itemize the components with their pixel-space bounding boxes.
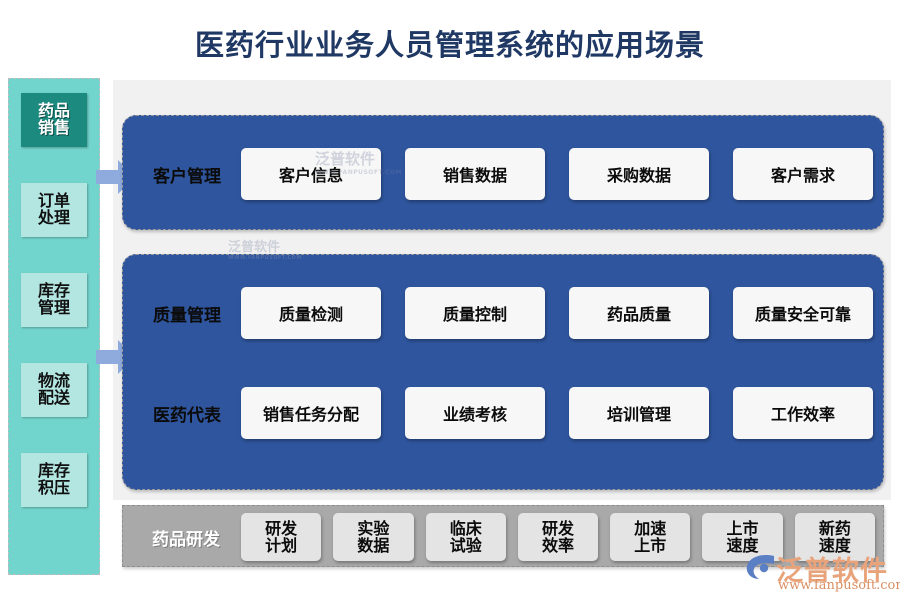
row-label-customer-management: 客户管理 — [153, 166, 221, 187]
card-clinical-trial[interactable]: 临床 试验 — [425, 513, 506, 561]
card-line1: 研发 — [265, 518, 298, 538]
card-sales-task-assignment[interactable]: 销售任务分配 — [241, 387, 381, 439]
row-label-quality-management: 质量管理 — [153, 305, 221, 326]
card-accelerate-launch[interactable]: 加速 上市 — [610, 513, 691, 561]
card-line2: 试验 — [449, 536, 482, 555]
card-line2: 上市 — [634, 536, 667, 555]
sidebar-item-order-processing[interactable]: 订单 处理 — [21, 183, 87, 237]
card-line1: 研发 — [541, 518, 574, 538]
row-label-medical-representative: 医药代表 — [153, 405, 221, 426]
card-line1: 加速 — [634, 518, 667, 538]
card-purchase-data[interactable]: 采购数据 — [569, 148, 709, 200]
brand-url: www.fanpusoft.com — [778, 578, 900, 593]
card-quality-inspection[interactable]: 质量检测 — [241, 287, 381, 339]
sidebar-item-drug-sales[interactable]: 药品 销售 — [21, 93, 87, 147]
sidebar-item-label-line2: 管理 — [37, 298, 70, 317]
card-training-management[interactable]: 培训管理 — [569, 387, 709, 439]
panel-row: 医药代表 销售任务分配 业绩考核 培训管理 工作效率 — [123, 387, 883, 439]
card-quality-control[interactable]: 质量控制 — [405, 287, 545, 339]
quality-and-representative-panel: 质量管理 质量检测 质量控制 药品质量 质量安全可靠 医药代表 销售任务分配 业… — [122, 254, 884, 490]
card-line2: 速度 — [818, 536, 851, 555]
card-new-drug-speed[interactable]: 新药 速度 — [794, 513, 875, 561]
sidebar-item-label-line2: 处理 — [37, 208, 70, 227]
card-customer-info[interactable]: 客户信息 — [241, 148, 381, 200]
card-track: 客户信息 销售数据 采购数据 客户需求 — [241, 148, 873, 200]
sidebar: 药品 销售 订单 处理 库存 管理 物流 配送 库存 积压 — [8, 78, 100, 575]
row-label-drug-rnd: 药品研发 — [152, 529, 220, 550]
customer-management-panel: 客户管理 客户信息 销售数据 采购数据 客户需求 — [122, 115, 884, 230]
card-launch-speed[interactable]: 上市 速度 — [702, 513, 783, 561]
card-track: 质量检测 质量控制 药品质量 质量安全可靠 — [241, 287, 873, 339]
card-line1: 临床 — [449, 518, 482, 538]
sidebar-item-label-line2: 销售 — [37, 118, 70, 137]
drug-rnd-panel: 药品研发 研发 计划 实验 数据 临床 试验 研发 效率 加速 上市 上市 速度… — [122, 505, 884, 567]
card-track: 销售任务分配 业绩考核 培训管理 工作效率 — [241, 387, 873, 439]
sidebar-item-label-line2: 配送 — [37, 388, 70, 407]
card-experiment-data[interactable]: 实验 数据 — [333, 513, 414, 561]
card-rnd-efficiency[interactable]: 研发 效率 — [517, 513, 599, 561]
panel-row: 客户管理 客户信息 销售数据 采购数据 客户需求 — [123, 148, 883, 200]
card-line2: 速度 — [726, 536, 759, 555]
card-quality-safety-reliable[interactable]: 质量安全可靠 — [733, 287, 873, 339]
card-line1: 新药 — [818, 518, 851, 538]
sidebar-item-inventory-management[interactable]: 库存 管理 — [21, 273, 87, 327]
card-line2: 效率 — [541, 536, 574, 555]
card-line2: 数据 — [357, 536, 390, 555]
card-line1: 上市 — [726, 518, 759, 538]
sidebar-item-logistics-delivery[interactable]: 物流 配送 — [21, 363, 87, 417]
arrow-shaft — [96, 350, 120, 364]
sidebar-item-inventory-backlog[interactable]: 库存 积压 — [21, 453, 87, 507]
arrow-shaft — [96, 170, 120, 184]
card-sales-data[interactable]: 销售数据 — [405, 148, 545, 200]
card-line2: 计划 — [265, 536, 298, 555]
card-rnd-plan[interactable]: 研发 计划 — [241, 513, 322, 561]
rnd-card-track: 研发 计划 实验 数据 临床 试验 研发 效率 加速 上市 上市 速度 新药 速… — [241, 513, 875, 561]
panel-row: 质量管理 质量检测 质量控制 药品质量 质量安全可靠 — [123, 287, 883, 339]
sidebar-item-label-line2: 积压 — [37, 478, 70, 497]
card-line1: 实验 — [357, 518, 390, 538]
card-drug-quality[interactable]: 药品质量 — [569, 287, 709, 339]
card-customer-demand[interactable]: 客户需求 — [733, 148, 873, 200]
page-title: 医药行业业务人员管理系统的应用场景 — [194, 28, 705, 62]
card-performance-review[interactable]: 业绩考核 — [405, 387, 545, 439]
card-work-efficiency[interactable]: 工作效率 — [733, 387, 873, 439]
